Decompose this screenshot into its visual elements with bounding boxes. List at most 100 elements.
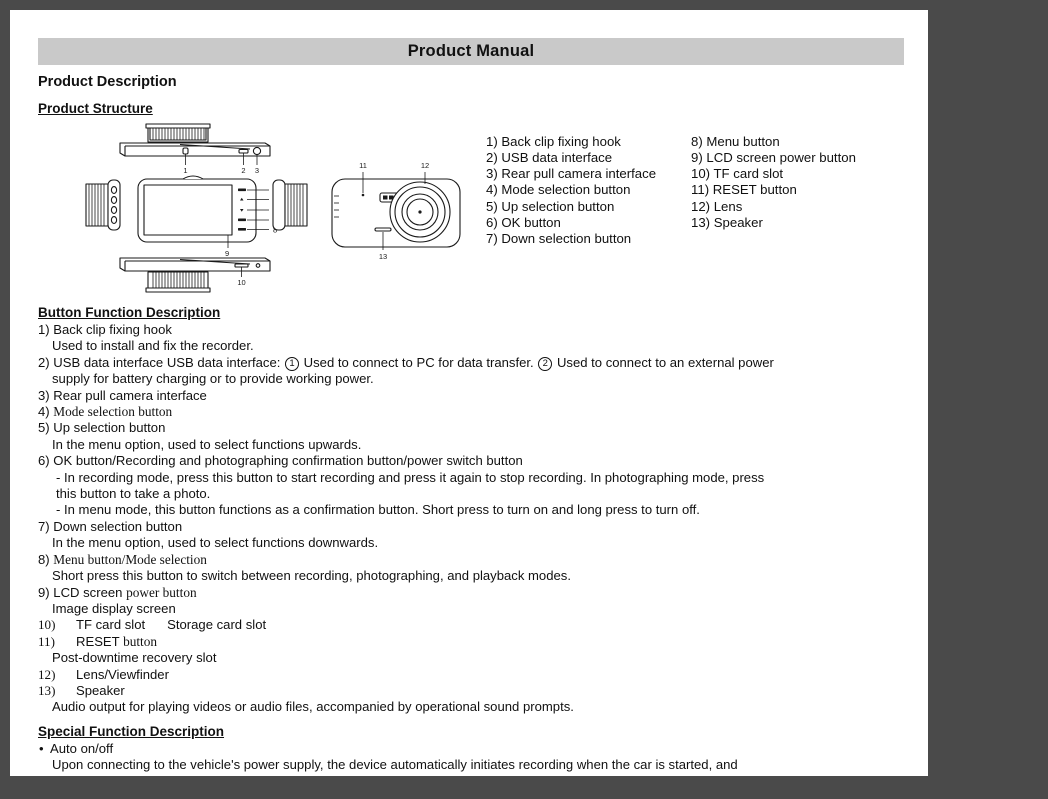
bullet-icon: • bbox=[39, 740, 44, 756]
bottom-view-mount-cylinder bbox=[145, 271, 211, 293]
bf-item-5-desc: In the menu option, used to select funct… bbox=[52, 436, 362, 452]
bf-item-8-label: Menu button/Mode selection bbox=[53, 551, 207, 567]
bf-item-4-num: 4) bbox=[38, 404, 50, 420]
front-screen-view bbox=[137, 175, 257, 243]
bf-item-11-desc: Post-downtime recovery slot bbox=[52, 650, 217, 666]
bf-item-12-num: 12) bbox=[38, 666, 56, 682]
sf-item-1-title: • Auto on/off bbox=[38, 741, 904, 757]
right-side-mount bbox=[272, 179, 308, 231]
bf-item-10-num: 10) bbox=[38, 617, 56, 633]
bf-item-12-title: 12) Lens/Viewfinder bbox=[38, 667, 904, 683]
top-view-usb-port bbox=[238, 148, 249, 154]
bf-item-2-part-c: Used to connect to an external power bbox=[556, 354, 774, 370]
bf-item-2-part-b: Used to connect to PC for data transfer. bbox=[303, 354, 534, 370]
bottom-view-tf-slot bbox=[234, 262, 261, 268]
heading-button-function-wrap: Button Function Description bbox=[38, 297, 904, 322]
bf-item-6-line-2: this button to take a photo. bbox=[56, 486, 211, 502]
structure-legend: 1) Back clip fixing hook 2) USB data int… bbox=[486, 134, 856, 247]
svg-text:3: 3 bbox=[255, 166, 259, 175]
speaker-slot bbox=[374, 227, 392, 232]
circled-number-1-icon: 1 bbox=[285, 356, 300, 371]
svg-text:2: 2 bbox=[241, 166, 245, 175]
bf-item-13-num: 13) bbox=[38, 682, 56, 698]
bf-item-8-desc: Short press this button to switch betwee… bbox=[52, 568, 571, 584]
camera-lens bbox=[389, 181, 451, 243]
bf-item-11-label-b: button bbox=[123, 633, 158, 649]
heading-product-description: Product Description bbox=[38, 74, 177, 90]
bf-item-9-label-a: LCD screen bbox=[53, 584, 123, 600]
bf-item-8-title: 8) Menu button/Mode selection bbox=[38, 552, 904, 568]
bf-item-6-line-3: - In menu mode, this button functions as… bbox=[56, 502, 700, 518]
svg-text:10: 10 bbox=[237, 278, 245, 287]
bf-item-10-extra: Storage card slot bbox=[167, 617, 267, 633]
heading-button-function-description: Button Function Description bbox=[38, 304, 221, 320]
bf-item-9-desc: Image display screen bbox=[52, 600, 176, 616]
heading-product-structure-wrap: Product Structure bbox=[38, 93, 904, 118]
button-function-list: 1) Back clip fixing hook Used to install… bbox=[38, 322, 904, 716]
bf-item-9-label-b: power button bbox=[126, 584, 197, 600]
front-lens-view bbox=[331, 178, 461, 248]
page-title: Product Manual bbox=[38, 38, 904, 65]
legend-column-left: 1) Back clip fixing hook 2) USB data int… bbox=[486, 134, 691, 247]
legend-item: 9) LCD screen power button bbox=[691, 149, 856, 165]
bf-item-4-title: 4) Mode selection button bbox=[38, 404, 904, 420]
bf-item-11-title: 11) RESET button bbox=[38, 634, 904, 650]
screenshot-viewport: Product Manual Product Description Produ… bbox=[0, 0, 1048, 799]
bf-item-13-label: Speaker bbox=[76, 682, 125, 698]
top-view-mount-cylinder bbox=[145, 123, 211, 143]
bf-item-3-title: 3) Rear pull camera interface bbox=[38, 387, 207, 403]
legend-item: 8) Menu button bbox=[691, 133, 780, 149]
legend-item: 10) TF card slot bbox=[691, 166, 784, 182]
heading-product-structure: Product Structure bbox=[38, 100, 153, 116]
sf-item-1-line-1: Upon connecting to the vehicle's power s… bbox=[52, 757, 738, 773]
bf-item-11-num: 11) bbox=[38, 633, 55, 649]
legend-item: 4) Mode selection button bbox=[486, 182, 631, 198]
legend-item: 2) USB data interface bbox=[486, 149, 613, 165]
bf-item-2-desc: supply for battery charging or to provid… bbox=[52, 371, 374, 387]
heading-special-function-wrap: Special Function Description bbox=[38, 716, 904, 741]
top-view-jack bbox=[252, 146, 262, 155]
svg-text:9: 9 bbox=[225, 249, 229, 258]
special-function-list: • Auto on/off Upon connecting to the vehi… bbox=[38, 741, 904, 776]
top-view-hook bbox=[182, 147, 189, 155]
reset-pinhole bbox=[361, 193, 365, 197]
svg-text:11: 11 bbox=[359, 161, 367, 170]
bf-item-7-title: 7) Down selection button bbox=[38, 518, 183, 534]
bf-item-10-label: TF card slot bbox=[76, 617, 146, 633]
svg-text:1: 1 bbox=[183, 166, 187, 175]
legend-item: 3) Rear pull camera interface bbox=[486, 166, 657, 182]
product-structure-diagram: 1 2 3 8 9 10 11 12 13 bbox=[85, 123, 461, 293]
svg-text:12: 12 bbox=[421, 161, 429, 170]
bf-item-5-title: 5) Up selection button bbox=[38, 420, 166, 436]
legend-item: 11) RESET button bbox=[691, 182, 797, 198]
bf-item-9-num: 9) bbox=[38, 584, 50, 600]
bf-item-6-line-1: - In recording mode, press this button t… bbox=[56, 469, 765, 485]
bf-item-11-label-a: RESET bbox=[76, 633, 120, 649]
legend-item: 1) Back clip fixing hook bbox=[486, 133, 621, 149]
legend-item: 12) Lens bbox=[691, 198, 743, 214]
legend-item: 13) Speaker bbox=[691, 214, 763, 230]
legend-item: 7) Down selection button bbox=[486, 231, 632, 246]
bf-item-1-title: 1) Back clip fixing hook bbox=[38, 322, 172, 337]
legend-item: 5) Up selection button bbox=[486, 198, 615, 214]
bf-item-13-desc: Audio output for playing videos or audio… bbox=[52, 699, 574, 715]
bf-item-2-lead: 2) USB data interface USB data interface… bbox=[38, 354, 281, 370]
sf-item-1-label: Auto on/off bbox=[50, 740, 114, 756]
bf-item-12-label: Lens/Viewfinder bbox=[76, 666, 169, 682]
bf-item-10-title: 10) TF card slot Storage card slot bbox=[38, 617, 904, 633]
svg-text:13: 13 bbox=[379, 252, 387, 261]
bf-item-8-num: 8) bbox=[38, 551, 50, 567]
sf-item-1-line-2: subsequently saves the footage and power… bbox=[38, 774, 904, 776]
legend-column-right: 8) Menu button 9) LCD screen power butto… bbox=[691, 134, 856, 247]
document-page: Product Manual Product Description Produ… bbox=[10, 10, 928, 776]
legend-item: 6) OK button bbox=[486, 214, 561, 230]
bf-item-9-title: 9) LCD screen power button bbox=[38, 585, 904, 601]
product-structure-block: 1 2 3 8 9 10 11 12 13 1) Back clip fixin… bbox=[38, 122, 904, 297]
bf-item-6-title: 6) OK button/Recording and photographing… bbox=[38, 453, 523, 469]
bf-item-2-title: 2) USB data interface USB data interface… bbox=[38, 355, 904, 371]
bf-item-7-desc: In the menu option, used to select funct… bbox=[52, 535, 379, 551]
circled-number-2-icon: 2 bbox=[538, 356, 553, 371]
heading-special-function-description: Special Function Description bbox=[38, 723, 225, 739]
bf-item-1-desc: Used to install and fix the recorder. bbox=[52, 338, 254, 354]
bf-item-4-label: Mode selection button bbox=[53, 404, 173, 420]
